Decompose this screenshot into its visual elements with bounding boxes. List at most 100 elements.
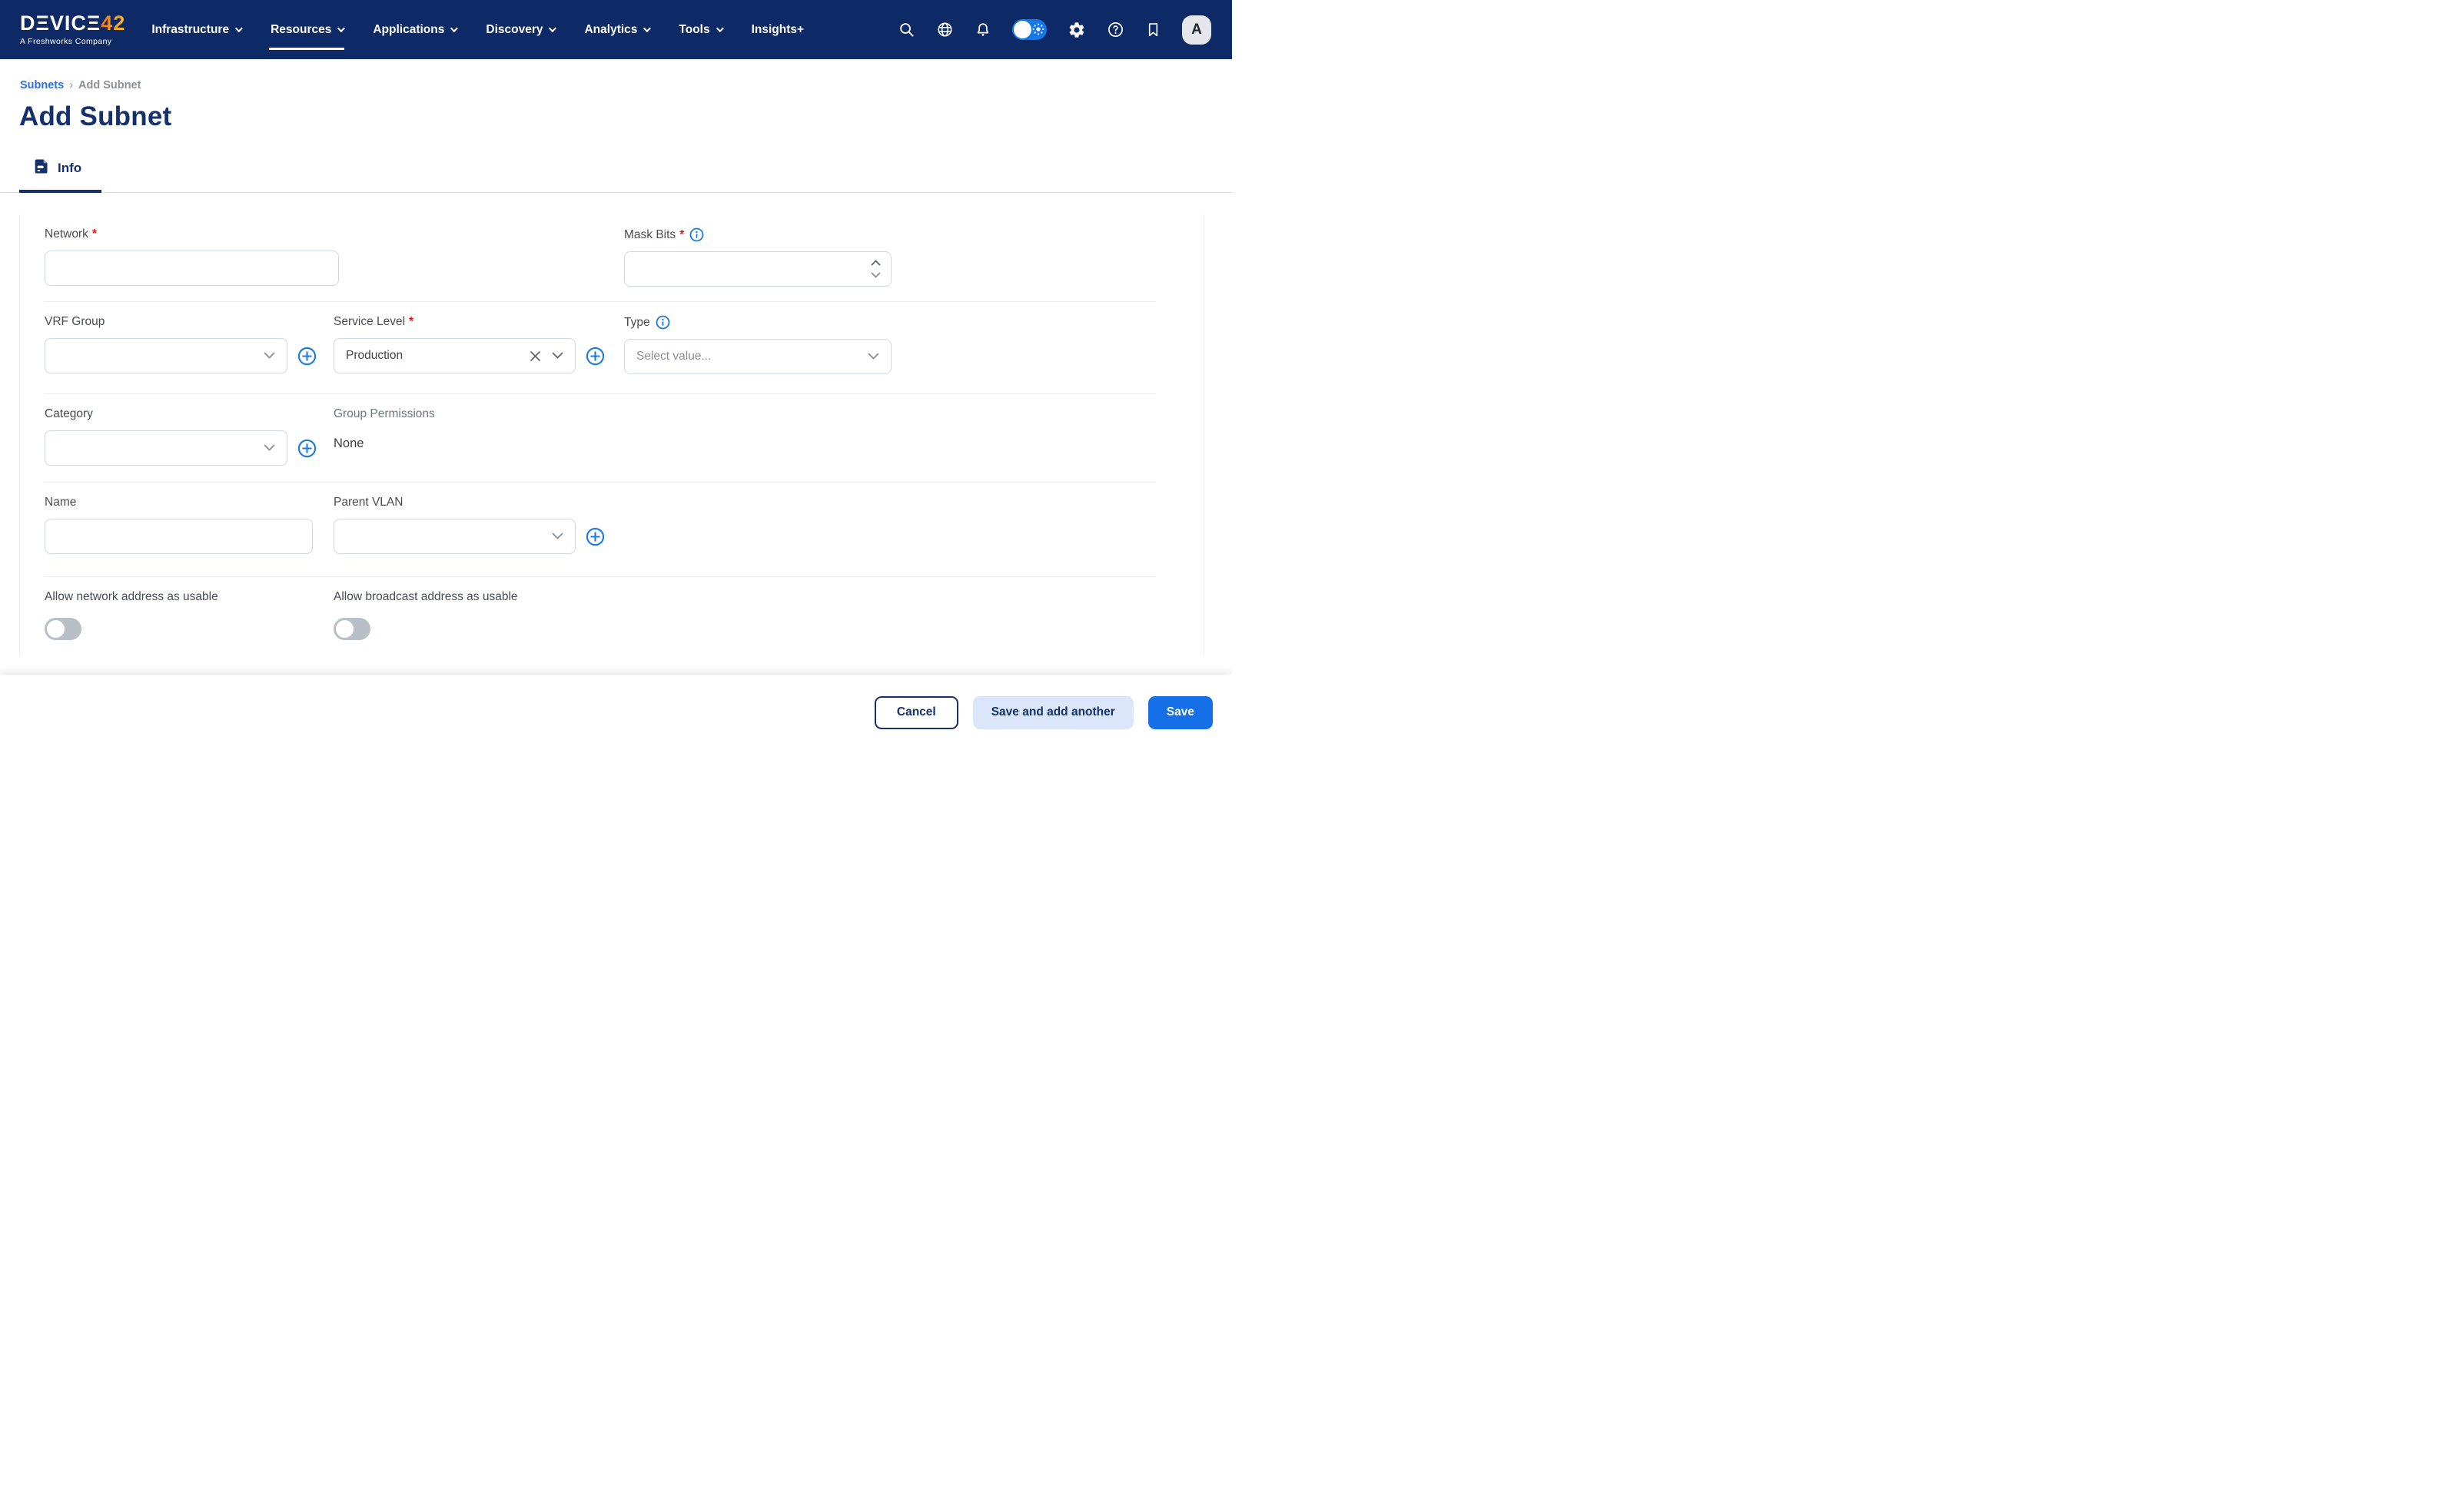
nav-label: Insights+ <box>752 23 804 37</box>
chevron-down-icon <box>643 25 651 32</box>
topbar-icons: A <box>898 15 1211 45</box>
info-icon[interactable] <box>656 315 670 330</box>
nav-insights-plus[interactable]: Insights+ <box>752 0 804 59</box>
network-input[interactable] <box>45 251 339 286</box>
help-icon[interactable] <box>1107 21 1124 38</box>
nav-resources[interactable]: Resources <box>271 0 343 59</box>
add-parent-vlan-button[interactable] <box>586 527 605 546</box>
chevron-down-icon <box>450 25 458 32</box>
tab-bar: Info <box>0 158 1232 193</box>
logo-42: 42 <box>101 13 125 34</box>
type-select[interactable]: Select value... <box>624 339 892 374</box>
allow-broadcast-label: Allow broadcast address as usable <box>334 590 624 604</box>
add-service-level-button[interactable] <box>586 347 605 366</box>
mask-bits-label: Mask Bits* <box>624 227 1204 242</box>
field-network: Network* <box>45 227 624 301</box>
form-document-icon <box>35 158 49 178</box>
nav-label: Tools <box>679 23 709 37</box>
allow-broadcast-toggle[interactable] <box>334 618 370 640</box>
service-level-select[interactable]: Production <box>334 338 576 373</box>
add-subnet-page: DΞVICΞ42 A Freshworks Company Infrastruc… <box>0 0 1232 750</box>
stepper-down-icon[interactable] <box>870 270 881 280</box>
form-panel: Network* Mask Bits* <box>19 214 1204 654</box>
required-asterisk: * <box>679 228 684 242</box>
chevron-down-icon <box>264 441 275 455</box>
nav-label: Discovery <box>486 23 543 37</box>
save-button[interactable]: Save <box>1148 696 1213 729</box>
mask-bits-stepper[interactable] <box>624 251 892 287</box>
group-permissions-value: None <box>334 436 624 451</box>
field-vrf-group: VRF Group <box>45 315 334 393</box>
cancel-button[interactable]: Cancel <box>875 696 958 729</box>
parent-vlan-label: Parent VLAN <box>334 496 624 509</box>
field-allow-network: Allow network address as usable <box>45 590 334 657</box>
allow-network-toggle[interactable] <box>45 618 81 640</box>
breadcrumb: Subnets › Add Subnet <box>20 79 1232 91</box>
form-row-toggles: Allow network address as usable Allow br… <box>20 577 1204 657</box>
mask-bits-input[interactable] <box>624 251 892 287</box>
field-mask-bits: Mask Bits* <box>624 227 1204 301</box>
required-asterisk: * <box>409 315 413 329</box>
chevron-down-icon <box>552 349 563 363</box>
nav-label: Analytics <box>584 23 637 37</box>
top-navbar: DΞVICΞ42 A Freshworks Company Infrastruc… <box>0 0 1232 59</box>
service-level-value: Production <box>346 349 403 363</box>
field-allow-broadcast: Allow broadcast address as usable <box>334 590 624 657</box>
form-row-network: Network* Mask Bits* <box>20 214 1204 301</box>
nav-label: Resources <box>271 23 331 37</box>
globe-icon[interactable] <box>936 21 954 38</box>
logo-brand: DΞVICΞ <box>20 13 101 34</box>
clear-icon[interactable] <box>530 350 541 362</box>
breadcrumb-subnets-link[interactable]: Subnets <box>20 79 64 91</box>
chevron-down-icon <box>552 529 563 543</box>
network-label: Network* <box>45 227 624 241</box>
logo-tagline: A Freshworks Company <box>20 37 125 46</box>
main-menu: Infrastructure Resources Applications Di… <box>151 0 804 59</box>
nav-label: Infrastructure <box>151 23 229 37</box>
chevron-down-icon <box>235 25 243 32</box>
tab-info-label: Info <box>58 161 81 176</box>
add-category-button[interactable] <box>297 439 317 458</box>
vrf-group-select[interactable] <box>45 338 287 373</box>
name-label: Name <box>45 496 334 509</box>
device42-logo-text: DΞVICΞ42 <box>20 13 125 34</box>
allow-network-label: Allow network address as usable <box>45 590 334 604</box>
nav-discovery[interactable]: Discovery <box>486 0 554 59</box>
nav-tools[interactable]: Tools <box>679 0 721 59</box>
gear-icon[interactable] <box>1068 21 1086 39</box>
user-avatar[interactable]: A <box>1182 15 1211 45</box>
field-group-permissions: Group Permissions None <box>334 407 624 482</box>
form-row-category: Category Group Permissions None <box>20 394 1204 482</box>
bookmark-icon[interactable] <box>1145 22 1161 38</box>
field-type: Type Select value... <box>624 315 1204 393</box>
required-asterisk: * <box>92 227 97 241</box>
device42-logo[interactable]: DΞVICΞ42 A Freshworks Company <box>20 13 125 46</box>
nav-applications[interactable]: Applications <box>373 0 456 59</box>
theme-toggle[interactable] <box>1012 19 1047 40</box>
tab-info[interactable]: Info <box>19 158 101 193</box>
name-input[interactable] <box>45 519 313 554</box>
info-icon[interactable] <box>689 227 704 242</box>
field-category: Category <box>45 407 334 482</box>
category-select[interactable] <box>45 430 287 466</box>
form-row-vrf: VRF Group Service Level* <box>20 302 1204 393</box>
stepper-up-icon[interactable] <box>870 257 881 268</box>
nav-analytics[interactable]: Analytics <box>584 0 649 59</box>
type-label: Type <box>624 315 1204 330</box>
chevron-down-icon <box>868 350 879 363</box>
chevron-down-icon <box>264 349 275 363</box>
field-service-level: Service Level* Production <box>334 315 624 393</box>
add-vrf-group-button[interactable] <box>297 347 317 366</box>
search-icon[interactable] <box>898 21 915 38</box>
save-and-add-another-button[interactable]: Save and add another <box>973 696 1134 729</box>
nav-infrastructure[interactable]: Infrastructure <box>151 0 241 59</box>
breadcrumb-current: Add Subnet <box>78 79 141 91</box>
group-permissions-label: Group Permissions <box>334 407 624 421</box>
footer-action-bar: Cancel Save and add another Save <box>0 674 1232 750</box>
bell-icon[interactable] <box>975 22 991 38</box>
category-label: Category <box>45 407 334 421</box>
chevron-down-icon <box>716 25 724 32</box>
parent-vlan-select[interactable] <box>334 519 576 554</box>
type-placeholder: Select value... <box>636 350 711 363</box>
service-level-label: Service Level* <box>334 315 624 329</box>
